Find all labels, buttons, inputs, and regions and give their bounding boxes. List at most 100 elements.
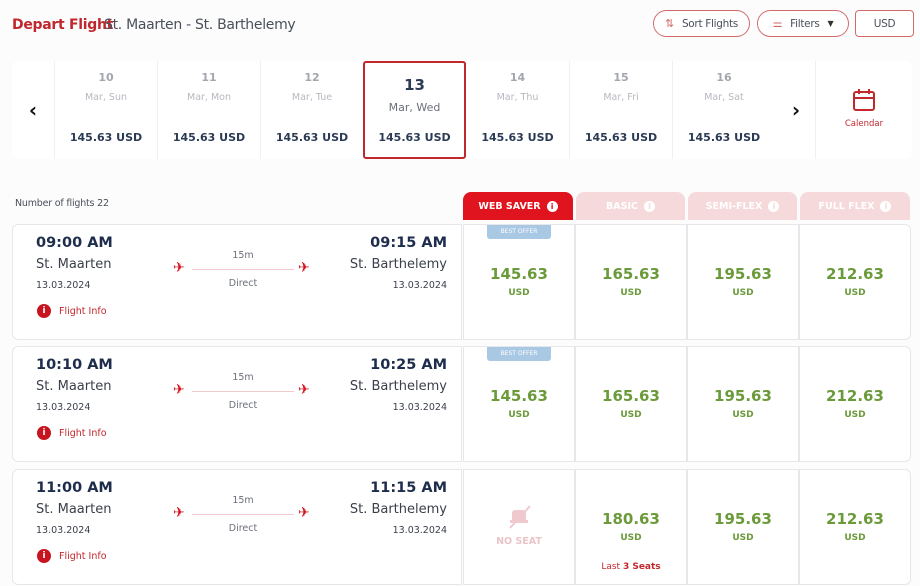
tab-label: FULL FLEX bbox=[819, 201, 875, 212]
no-seat-icon bbox=[506, 504, 534, 530]
date-weekday: Mar, Mon bbox=[158, 92, 260, 103]
flight-card: 09:00 AM St. Maarten 13.03.2024 ✈ 15m Di… bbox=[12, 224, 462, 340]
info-icon[interactable]: i bbox=[644, 201, 655, 212]
route-line bbox=[192, 391, 294, 392]
info-icon[interactable]: i bbox=[547, 201, 558, 212]
fare-option-full-flex[interactable]: 212.63 USD bbox=[799, 224, 911, 340]
tab-full-flex[interactable]: FULL FLEX i bbox=[800, 192, 910, 220]
fare-amount: 195.63 bbox=[688, 510, 798, 528]
flight-info-label: Flight Info bbox=[59, 551, 107, 562]
flight-count-value: 22 bbox=[97, 198, 109, 209]
date-price: 145.63 USD bbox=[261, 131, 363, 144]
flight-info-link[interactable]: i Flight Info bbox=[37, 304, 107, 318]
next-dates-button[interactable]: › bbox=[775, 61, 817, 159]
tab-semi-flex[interactable]: SEMI-FLEX i bbox=[688, 192, 797, 220]
fare-option-web-saver-unavailable: NO SEAT bbox=[463, 469, 575, 585]
arrival-date: 13.03.2024 bbox=[393, 402, 447, 413]
date-day: 10 bbox=[55, 71, 157, 84]
fare-amount: 195.63 bbox=[688, 387, 798, 405]
arrival-city: St. Barthelemy bbox=[350, 257, 447, 272]
date-weekday: Mar, Thu bbox=[466, 92, 569, 103]
fare-option-semi-flex[interactable]: 195.63 USD bbox=[687, 346, 799, 462]
tab-web-saver[interactable]: WEB SAVER i bbox=[463, 192, 573, 220]
plane-icon: ✈ bbox=[173, 505, 185, 521]
calendar-label: Calendar bbox=[816, 119, 912, 129]
date-weekday: Mar, Fri bbox=[570, 92, 672, 103]
fare-option-basic[interactable]: 165.63 USD bbox=[575, 224, 687, 340]
calendar-button[interactable]: Calendar bbox=[815, 61, 912, 159]
no-seat-label: NO SEAT bbox=[464, 536, 574, 547]
departure-time: 11:00 AM bbox=[36, 480, 113, 496]
date-option[interactable]: 12 Mar, Tue 145.63 USD bbox=[260, 61, 363, 159]
fare-amount: 145.63 bbox=[464, 265, 574, 283]
filters-button[interactable]: ⚌ Filters ▼ bbox=[757, 10, 849, 37]
fare-option-semi-flex[interactable]: 195.63 USD bbox=[687, 224, 799, 340]
date-option[interactable]: 16 Mar, Sat 145.63 USD bbox=[672, 61, 775, 159]
date-price: 145.63 USD bbox=[570, 131, 672, 144]
sliders-icon: ⚌ bbox=[773, 17, 783, 30]
fare-currency: USD bbox=[800, 533, 910, 543]
departure-date: 13.03.2024 bbox=[36, 525, 90, 536]
date-option[interactable]: 15 Mar, Fri 145.63 USD bbox=[569, 61, 672, 159]
flight-info-label: Flight Info bbox=[59, 306, 107, 317]
tab-basic[interactable]: BASIC i bbox=[576, 192, 685, 220]
flight-duration: 15m bbox=[192, 250, 294, 261]
info-icon[interactable]: i bbox=[768, 201, 779, 212]
prev-dates-button[interactable]: ‹ bbox=[12, 61, 54, 159]
departure-time: 10:10 AM bbox=[36, 357, 113, 373]
currency-button[interactable]: USD bbox=[855, 10, 914, 37]
fare-currency: USD bbox=[464, 410, 574, 420]
departure-city: St. Maarten bbox=[36, 379, 111, 394]
flight-info-link[interactable]: i Flight Info bbox=[37, 426, 107, 440]
plane-icon: ✈ bbox=[173, 382, 185, 398]
flight-duration: 15m bbox=[192, 372, 294, 383]
chevron-down-icon: ▼ bbox=[828, 19, 834, 28]
departure-city: St. Maarten bbox=[36, 502, 111, 517]
flight-duration: 15m bbox=[192, 495, 294, 506]
departure-time: 09:00 AM bbox=[36, 235, 113, 251]
departure-date: 13.03.2024 bbox=[36, 402, 90, 413]
fare-option-web-saver[interactable]: BEST OFFER 145.63 USD bbox=[463, 346, 575, 462]
sort-flights-button[interactable]: ⇅ Sort Flights bbox=[653, 10, 750, 37]
fare-amount: 180.63 bbox=[576, 510, 686, 528]
fare-currency: USD bbox=[576, 533, 686, 543]
date-selector: ‹ 10 Mar, Sun 145.63 USD 11 Mar, Mon 145… bbox=[12, 61, 912, 159]
date-option[interactable]: 14 Mar, Thu 145.63 USD bbox=[466, 61, 569, 159]
route-line bbox=[192, 269, 294, 270]
departure-city: St. Maarten bbox=[36, 257, 111, 272]
fare-option-semi-flex[interactable]: 195.63 USD bbox=[687, 469, 799, 585]
flight-info-label: Flight Info bbox=[59, 428, 107, 439]
arrival-time: 10:25 AM bbox=[370, 357, 447, 373]
fare-currency: USD bbox=[576, 410, 686, 420]
date-price: 145.63 USD bbox=[55, 131, 157, 144]
fare-option-full-flex[interactable]: 212.63 USD bbox=[799, 469, 911, 585]
arrival-city: St. Barthelemy bbox=[350, 502, 447, 517]
date-day: 14 bbox=[466, 71, 569, 84]
date-option[interactable]: 10 Mar, Sun 145.63 USD bbox=[54, 61, 157, 159]
seats-remaining: Last 3 Seats bbox=[576, 562, 686, 572]
best-offer-badge: BEST OFFER bbox=[487, 225, 551, 239]
fare-option-basic[interactable]: 165.63 USD bbox=[575, 346, 687, 462]
date-option[interactable]: 11 Mar, Mon 145.63 USD bbox=[157, 61, 260, 159]
plane-icon: ✈ bbox=[173, 260, 185, 276]
info-icon: i bbox=[37, 549, 51, 563]
fare-currency: USD bbox=[576, 288, 686, 298]
departure-date: 13.03.2024 bbox=[36, 280, 90, 291]
fare-amount: 212.63 bbox=[800, 510, 910, 528]
date-option-selected[interactable]: 13 Mar, Wed 145.63 USD bbox=[363, 61, 466, 159]
fare-option-basic[interactable]: 180.63 USD Last 3 Seats bbox=[575, 469, 687, 585]
flight-stops: Direct bbox=[192, 523, 294, 534]
chevron-left-icon: ‹ bbox=[29, 98, 37, 122]
fare-currency: USD bbox=[688, 533, 798, 543]
sort-flights-label: Sort Flights bbox=[682, 18, 738, 30]
date-day: 13 bbox=[365, 76, 464, 94]
info-icon[interactable]: i bbox=[880, 201, 891, 212]
info-icon: i bbox=[37, 426, 51, 440]
flight-info-link[interactable]: i Flight Info bbox=[37, 549, 107, 563]
tab-label: BASIC bbox=[606, 201, 638, 212]
fare-option-full-flex[interactable]: 212.63 USD bbox=[799, 346, 911, 462]
fare-option-web-saver[interactable]: BEST OFFER 145.63 USD bbox=[463, 224, 575, 340]
date-day: 11 bbox=[158, 71, 260, 84]
arrival-city: St. Barthelemy bbox=[350, 379, 447, 394]
fare-currency: USD bbox=[688, 410, 798, 420]
